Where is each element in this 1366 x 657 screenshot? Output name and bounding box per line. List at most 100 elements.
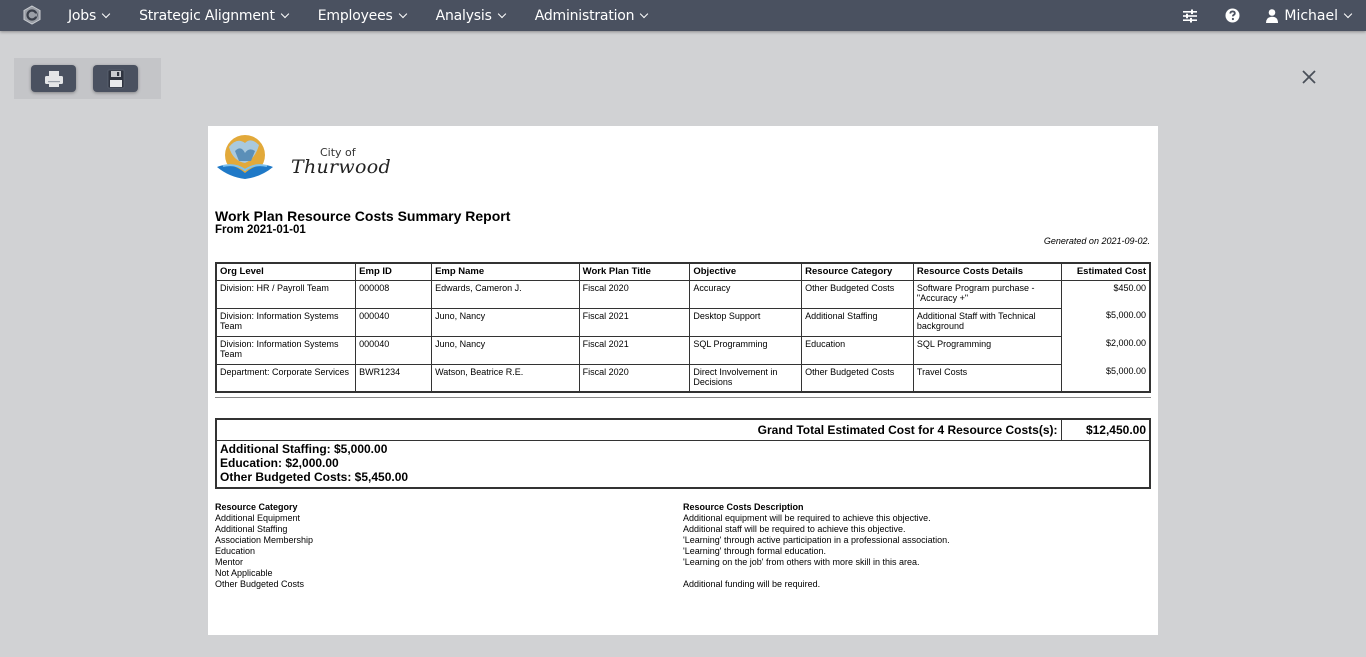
cell-resource-category: Education	[801, 335, 914, 365]
legend-description-item: 'Learning' through active participation …	[683, 535, 950, 545]
subtotal-additional-staffing: Additional Staffing: $5,000.00	[220, 442, 388, 456]
cell-estimated-cost: $2,000.00	[1060, 336, 1151, 364]
grand-total-value: $12,450.00	[1060, 418, 1151, 441]
resource-costs-table: Org Level Emp ID Emp Name Work Plan Titl…	[215, 262, 1151, 393]
cell-emp-id: 000008	[355, 279, 433, 309]
category-subtotals: Additional Staffing: $5,000.00 Education…	[215, 440, 1151, 488]
chevron-down-icon	[101, 9, 111, 19]
nav-strategic-alignment-label: Strategic Alignment	[139, 7, 275, 24]
resource-category-legend: Resource Category Additional Equipment A…	[215, 502, 313, 590]
section-divider	[215, 397, 1151, 398]
grand-total-label: Grand Total Estimated Cost for 4 Resourc…	[215, 418, 1062, 441]
app-logo-icon[interactable]	[22, 5, 42, 25]
legend-category-item: Association Membership	[215, 535, 314, 545]
report-title: Work Plan Resource Costs Summary Report	[215, 208, 511, 224]
nav-administration-label: Administration	[534, 7, 635, 24]
nav-analysis[interactable]: Analysis	[435, 7, 506, 24]
legend-category-item: Additional Staffing	[215, 524, 288, 534]
grand-total-table: Grand Total Estimated Cost for 4 Resourc…	[215, 418, 1151, 489]
city-brand: City of Thurwood	[215, 133, 391, 183]
legend-category-header: Resource Category	[215, 502, 298, 512]
table-header-row: Org Level Emp ID Emp Name Work Plan Titl…	[215, 262, 1151, 281]
report-toolbar	[14, 58, 161, 99]
col-header-emp-id: Emp ID	[355, 262, 433, 281]
subtotal-other-budgeted-costs: Other Budgeted Costs: $5,450.00	[220, 470, 409, 484]
cell-resource-costs-details: Software Program purchase - "Accuracy +"	[912, 279, 1062, 309]
cell-resource-category: Other Budgeted Costs	[801, 279, 914, 309]
col-header-resource-category: Resource Category	[801, 262, 914, 281]
cell-work-plan-title: Fiscal 2020	[578, 279, 691, 309]
cell-work-plan-title: Fiscal 2021	[578, 335, 691, 365]
legend-description-item: Additional staff will be required to ach…	[683, 524, 906, 534]
col-header-objective: Objective	[689, 262, 803, 281]
legend-category-item: Mentor	[215, 557, 244, 567]
nav-administration[interactable]: Administration	[534, 7, 649, 24]
cell-estimated-cost: $5,000.00	[1060, 308, 1151, 336]
generated-date: Generated on 2021-09-02.	[1043, 236, 1150, 246]
col-header-work-plan-title: Work Plan Title	[578, 262, 691, 281]
col-header-resource-costs-details: Resource Costs Details	[912, 262, 1062, 281]
chevron-down-icon	[640, 9, 649, 19]
print-button[interactable]	[31, 65, 76, 92]
chevron-down-icon	[398, 9, 407, 19]
nav-jobs[interactable]: Jobs	[68, 7, 111, 24]
help-icon[interactable]	[1224, 8, 1240, 24]
cell-resource-category: Additional Staffing	[801, 307, 914, 337]
chevron-down-icon	[1343, 9, 1353, 19]
cell-resource-costs-details: Additional Staff with Technical backgrou…	[912, 307, 1062, 337]
chevron-down-icon	[497, 9, 506, 19]
table-row: Department: Corporate Services BWR1234 W…	[215, 363, 1151, 393]
cell-objective: Direct Involvement in Decisions	[689, 363, 803, 393]
subtotal-education: Education: $2,000.00	[220, 456, 339, 470]
city-logo-icon	[217, 135, 273, 179]
chevron-down-icon	[280, 9, 289, 19]
legend-description-item	[683, 568, 950, 579]
subtotals-row: Additional Staffing: $5,000.00 Education…	[215, 440, 1151, 488]
grand-total-row: Grand Total Estimated Cost for 4 Resourc…	[215, 418, 1151, 441]
table-row: Division: Information Systems Team 00004…	[215, 307, 1151, 337]
legend-category-item: Education	[215, 546, 256, 556]
top-nav-bar: Jobs Strategic Alignment Employees Analy…	[0, 0, 1366, 31]
cell-resource-category: Other Budgeted Costs	[801, 363, 914, 393]
cell-estimated-cost: $450.00	[1060, 280, 1151, 308]
cell-emp-id: 000040	[355, 307, 433, 337]
user-icon	[1266, 8, 1279, 23]
nav-strategic-alignment[interactable]: Strategic Alignment	[139, 7, 289, 24]
cell-work-plan-title: Fiscal 2020	[578, 363, 691, 393]
cell-org-level: Division: Information Systems Team	[215, 335, 357, 365]
nav-analysis-label: Analysis	[435, 7, 492, 24]
legend-description-item: Additional funding will be required.	[683, 579, 821, 589]
legend-description-item: 'Learning' through formal education.	[683, 546, 827, 556]
user-menu[interactable]: Michael	[1266, 7, 1353, 24]
legend-category-item: Additional Equipment	[215, 513, 301, 523]
save-button[interactable]	[93, 65, 138, 92]
close-button[interactable]	[1299, 67, 1319, 87]
cell-org-level: Department: Corporate Services	[215, 363, 357, 393]
settings-sliders-icon[interactable]	[1182, 8, 1198, 24]
cell-emp-name: Juno, Nancy	[431, 335, 580, 365]
table-row: Division: Information Systems Team 00004…	[215, 335, 1151, 365]
nav-employees[interactable]: Employees	[317, 7, 407, 24]
print-icon	[44, 70, 63, 87]
cell-emp-name: Juno, Nancy	[431, 307, 580, 337]
user-name: Michael	[1284, 7, 1338, 24]
col-header-org-level: Org Level	[215, 262, 357, 281]
report-page: City of Thurwood Work Plan Resource Cost…	[208, 126, 1158, 635]
nav-right-tools: Michael	[1156, 0, 1353, 31]
cell-emp-id: 000040	[355, 335, 433, 365]
legend-description-header: Resource Costs Description	[683, 502, 804, 512]
brand-name: Thurwood	[291, 156, 391, 178]
save-icon	[107, 69, 124, 88]
nav-jobs-label: Jobs	[68, 7, 97, 24]
nav-employees-label: Employees	[317, 7, 393, 24]
cell-org-level: Division: Information Systems Team	[215, 307, 357, 337]
report-date-range: From 2021-01-01	[215, 224, 306, 236]
legend-description-item: 'Learning on the job' from others with m…	[683, 557, 920, 567]
cell-emp-name: Edwards, Cameron J.	[431, 279, 580, 309]
cell-org-level: Division: HR / Payroll Team	[215, 279, 357, 309]
cell-emp-id: BWR1234	[355, 363, 433, 393]
col-header-estimated-cost: Estimated Cost	[1060, 262, 1151, 281]
close-icon	[1302, 70, 1316, 84]
col-header-emp-name: Emp Name	[431, 262, 580, 281]
cell-objective: SQL Programming	[689, 335, 803, 365]
